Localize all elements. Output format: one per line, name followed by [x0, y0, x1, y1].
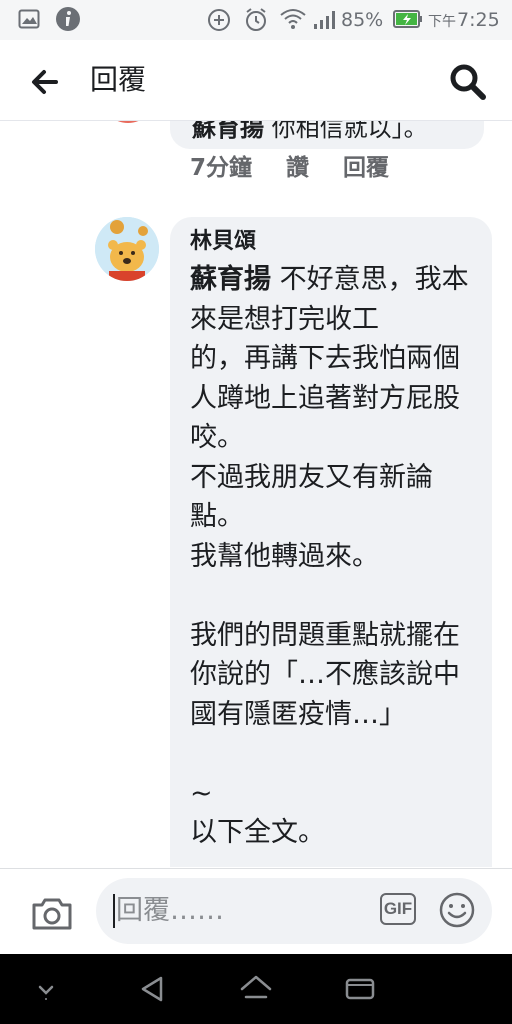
chevron-down-icon: [38, 985, 54, 1000]
comment-author[interactable]: 林貝頌: [190, 227, 256, 257]
status-bar: 85% 下午 7:25: [0, 0, 512, 40]
previous-comment-text: 蘇育揚 你相信就以」。: [192, 121, 428, 145]
pooh-avatar-image: [95, 217, 159, 281]
gif-button[interactable]: GIF: [380, 893, 416, 925]
comment-body-text: 不好意思，我本來是想打完收工 的，再講下去我怕兩個人蹲地上追著對方屁股咬。 不過…: [190, 264, 469, 848]
app-header: 回覆: [0, 40, 512, 121]
like-link[interactable]: 讚: [286, 155, 309, 181]
previous-comment-author[interactable]: 蘇育揚: [192, 121, 264, 142]
home-icon: [240, 975, 272, 999]
reply-input-wrapper[interactable]: GIF: [96, 878, 492, 944]
search-icon: [450, 64, 486, 100]
comment-body: 蘇育揚 不好意思，我本來是想打完收工 的，再講下去我怕兩個人蹲地上追著對方屁股咬…: [190, 260, 480, 867]
emoji-button[interactable]: [438, 891, 476, 929]
alarm-icon: [246, 8, 266, 31]
camera-icon: [32, 898, 72, 930]
battery-percent: 85%: [341, 9, 384, 31]
back-button[interactable]: [26, 62, 66, 102]
comment-thread[interactable]: 蘇育揚 你相信就以」。 7分鐘 讚 回覆 林貝頌 蘇育揚 不好意思，我本來是想打…: [0, 121, 512, 867]
emoji-icon: [439, 892, 475, 928]
comment-time: 7分鐘: [190, 155, 253, 181]
info-icon: [56, 7, 80, 31]
image-icon: [18, 9, 40, 29]
system-recents-button[interactable]: [342, 971, 378, 1007]
reply-composer: GIF: [0, 868, 512, 955]
search-button[interactable]: [446, 60, 490, 104]
back-triangle-icon: [141, 976, 163, 1002]
reply-link[interactable]: 回覆: [343, 155, 389, 181]
system-home-button[interactable]: [238, 971, 274, 1007]
text-caret: [113, 894, 115, 928]
previous-comment-actions: 7分鐘 讚 回覆: [190, 151, 415, 185]
mention-link[interactable]: 蘇育揚: [190, 264, 271, 295]
data-saver-icon: [208, 9, 230, 31]
reply-input[interactable]: [116, 890, 356, 930]
hide-keyboard-button[interactable]: [28, 971, 64, 1007]
signal-icon: [314, 11, 335, 29]
battery-charging-icon: [393, 10, 422, 28]
recents-icon: [345, 978, 375, 1000]
system-navigation-bar: [0, 954, 512, 1024]
avatar[interactable]: [100, 121, 156, 123]
previous-comment-fragment: 你相信就以」。: [271, 121, 428, 142]
page-title: 回覆: [90, 63, 147, 96]
wifi-icon: [280, 9, 306, 29]
arrow-left-icon: [32, 70, 58, 94]
clock-time: 7:25: [457, 9, 500, 31]
system-back-button[interactable]: [135, 971, 171, 1007]
time-period: 下午: [428, 14, 456, 30]
avatar[interactable]: [95, 217, 159, 281]
camera-button[interactable]: [30, 891, 74, 935]
